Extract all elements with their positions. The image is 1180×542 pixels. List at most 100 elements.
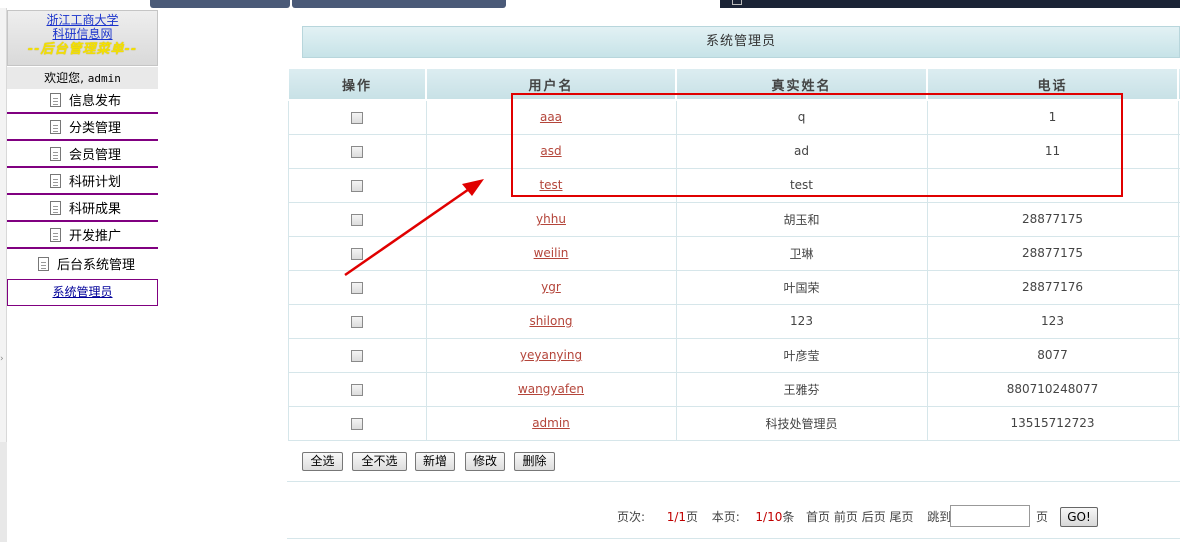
table-row: shilong 123 123 [287,303,1180,339]
last-page-link[interactable]: 尾页 [890,510,914,524]
sidebar-item-label: 科研成果 [69,202,122,217]
sidebar-item-category[interactable]: 分类管理 [7,117,158,141]
realname-cell: 卫琳 [675,235,928,271]
frame-collapse-handle[interactable]: › [0,8,7,542]
table-row: admin 科技处管理员 13515712723 [287,405,1180,441]
realname-cell: 科技处管理员 [675,405,928,441]
logo-university-link[interactable]: 浙江工商大学 [8,13,157,27]
page-label: 页次: [617,510,646,524]
table-row: yhhu 胡玉和 28877175 [287,201,1180,237]
sidebar-item-research-plan[interactable]: 科研计划 [7,171,158,195]
row-checkbox[interactable] [351,213,363,226]
row-checkbox[interactable] [351,145,363,158]
per-page-value: 1/10 [755,510,783,524]
select-all-button[interactable]: 全选 [302,452,343,471]
username-link[interactable]: yeyanying [520,348,582,362]
site-logo: 浙江工商大学 科研信息网 --后台管理菜单-- [7,10,158,66]
annotation-highlight-box [511,93,1123,197]
phone-cell: 880710248077 [926,371,1179,407]
phone-cell: 28877175 [926,235,1179,271]
username-cell: ygr [425,269,677,305]
logo-site-link[interactable]: 科研信息网 [8,27,157,41]
table-row: weilin 卫琳 28877175 [287,235,1180,271]
username-link[interactable]: ygr [541,280,561,294]
go-button[interactable]: GO! [1060,507,1098,527]
next-page-link[interactable]: 后页 [862,510,886,524]
prev-page-link[interactable]: 前页 [834,510,858,524]
per-page-unit: 条 [782,510,795,524]
document-icon [50,228,61,242]
username-cell: shilong [425,303,677,339]
divider [287,481,1180,482]
row-action-cell [287,337,427,373]
sidebar-item-research-results[interactable]: 科研成果 [7,198,158,222]
phone-cell: 123 [926,303,1179,339]
browser-tab[interactable] [292,0,506,8]
add-button[interactable]: 新增 [415,452,455,471]
select-none-button[interactable]: 全不选 [352,452,407,471]
row-action-cell [287,269,427,305]
sidebar-item-label: 会员管理 [69,148,122,163]
document-icon [50,93,61,107]
row-checkbox[interactable] [351,247,363,260]
row-action-cell [287,167,427,203]
username-link[interactable]: wangyafen [518,382,584,396]
sidebar-item-label: 开发推广 [69,229,122,244]
username-cell: yhhu [425,201,677,237]
row-checkbox[interactable] [351,111,363,124]
welcome-label: 欢迎您, [44,71,84,85]
column-header-action: 操作 [287,67,427,101]
welcome-username: admin [87,72,121,85]
sidebar-item-label: 分类管理 [69,121,122,136]
jump-page-input[interactable] [950,505,1030,527]
sidebar-item-label: 科研计划 [69,175,122,190]
row-checkbox[interactable] [351,179,363,192]
row-action-cell [287,235,427,271]
welcome-banner: 欢迎您, admin [7,67,158,89]
browser-tab-strip [0,0,1180,8]
row-checkbox[interactable] [351,417,363,430]
username-link[interactable]: admin [532,416,570,430]
document-icon [50,120,61,134]
row-action-cell [287,303,427,339]
delete-button[interactable]: 删除 [514,452,555,471]
first-page-link[interactable]: 首页 [806,510,830,524]
logo-menu-caption: --后台管理菜单-- [27,42,138,57]
sidebar-subitem-system-manager[interactable]: 系统管理员 [7,279,158,306]
username-link[interactable]: yhhu [536,212,566,226]
table-row: wangyafen 王雅芬 880710248077 [287,371,1180,407]
username-cell: admin [425,405,677,441]
phone-cell: 8077 [926,337,1179,373]
collapse-arrow-icon[interactable]: › [0,354,4,364]
username-link[interactable]: weilin [534,246,569,260]
sidebar-item-info-publish[interactable]: 信息发布 [7,90,158,114]
username-link[interactable]: shilong [529,314,572,328]
browser-tab[interactable] [150,0,290,8]
document-icon [50,174,61,188]
realname-cell: 叶国荣 [675,269,928,305]
page-unit: 页 [686,510,699,524]
sidebar-item-members[interactable]: 会员管理 [7,144,158,168]
row-checkbox[interactable] [351,281,363,294]
sidebar-item-label: 后台系统管理 [57,258,136,273]
row-action-cell [287,201,427,237]
realname-cell: 王雅芬 [675,371,928,407]
browser-tab-active[interactable] [720,0,1180,8]
per-page-label: 本页: [711,510,740,524]
sidebar-item-system-admin[interactable]: 后台系统管理 [7,254,158,278]
row-checkbox[interactable] [351,349,363,362]
edit-button[interactable]: 修改 [465,452,505,471]
document-icon [50,147,61,161]
row-checkbox[interactable] [351,315,363,328]
table-row: ygr 叶国荣 28877176 [287,269,1180,305]
jump-unit: 页 [1036,510,1049,524]
divider [287,538,1180,539]
sidebar-item-promotion[interactable]: 开发推广 [7,225,158,249]
realname-cell: 叶彦莹 [675,337,928,373]
document-icon [38,257,49,271]
phone-cell: 13515712723 [926,405,1179,441]
page-title: 系统管理员 [302,26,1180,58]
page-value: 1/1 [666,510,687,524]
sidebar-item-label: 信息发布 [69,94,122,109]
row-checkbox[interactable] [351,383,363,396]
